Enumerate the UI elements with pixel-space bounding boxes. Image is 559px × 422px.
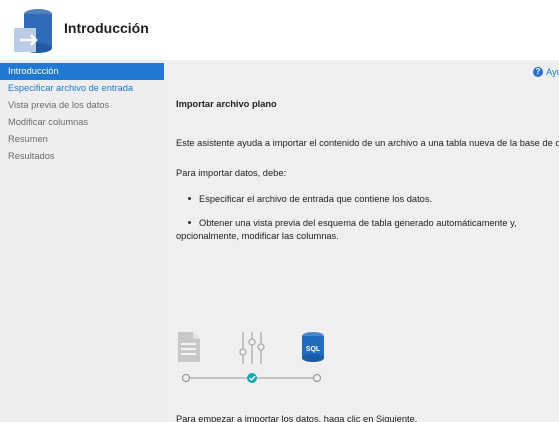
sql-label: SQL [306, 346, 321, 353]
bullet-dot [188, 197, 191, 201]
step-marker [313, 374, 321, 382]
bullet-continuation: opcionalmente, modificar las columnas. [176, 231, 339, 241]
steps-illustration: SQL [178, 332, 328, 392]
sliders-icon [239, 332, 265, 364]
step-progress-indicator [182, 373, 321, 383]
bullet-dot [188, 221, 191, 225]
import-flat-file-icon [14, 9, 52, 53]
sidebar-item-vista-previa: Vista previa de los datos [8, 100, 110, 110]
sidebar-item-resultados: Resultados [8, 151, 55, 161]
sidebar-item-resumen: Resumen [8, 134, 48, 144]
sidebar-item-especificar-archivo[interactable]: Especificar archivo de entrada [0, 80, 164, 97]
page-title: Introducción [64, 20, 149, 36]
intro-text: Este asistente ayuda a importar el conte… [176, 138, 559, 148]
bullet-item: Especificar el archivo de entrada que co… [188, 194, 432, 204]
help-label: Ayud [545, 67, 559, 77]
sidebar-item-introduccion[interactable]: Introducción [0, 63, 164, 80]
section-title: Importar archivo plano [176, 99, 277, 109]
step-marker [182, 374, 190, 382]
help-link[interactable]: ? Ayud [532, 67, 559, 77]
document-icon [178, 332, 200, 362]
wizard-steps-sidebar: Introducción Especificar archivo de entr… [0, 60, 164, 422]
prereq-text: Para importar datos, debe: [176, 168, 287, 178]
bullet-text: Especificar el archivo de entrada que co… [199, 194, 433, 204]
help-icon: ? [532, 67, 543, 77]
wizard-header: Introducción [0, 0, 559, 60]
sidebar-item-modificar-columnas: Modificar columnas [8, 117, 89, 127]
sql-database-icon: SQL [302, 332, 324, 362]
wizard-content-panel: ? Ayud Importar archivo plano Este asist… [164, 60, 559, 422]
step-marker-current [247, 373, 257, 383]
bullet-text: Obtener una vista previa del esquema de … [199, 218, 517, 228]
footer-instruction: Para empezar a importar los datos, haga … [176, 414, 418, 422]
bullet-item: Obtener una vista previa del esquema de … [188, 218, 517, 228]
